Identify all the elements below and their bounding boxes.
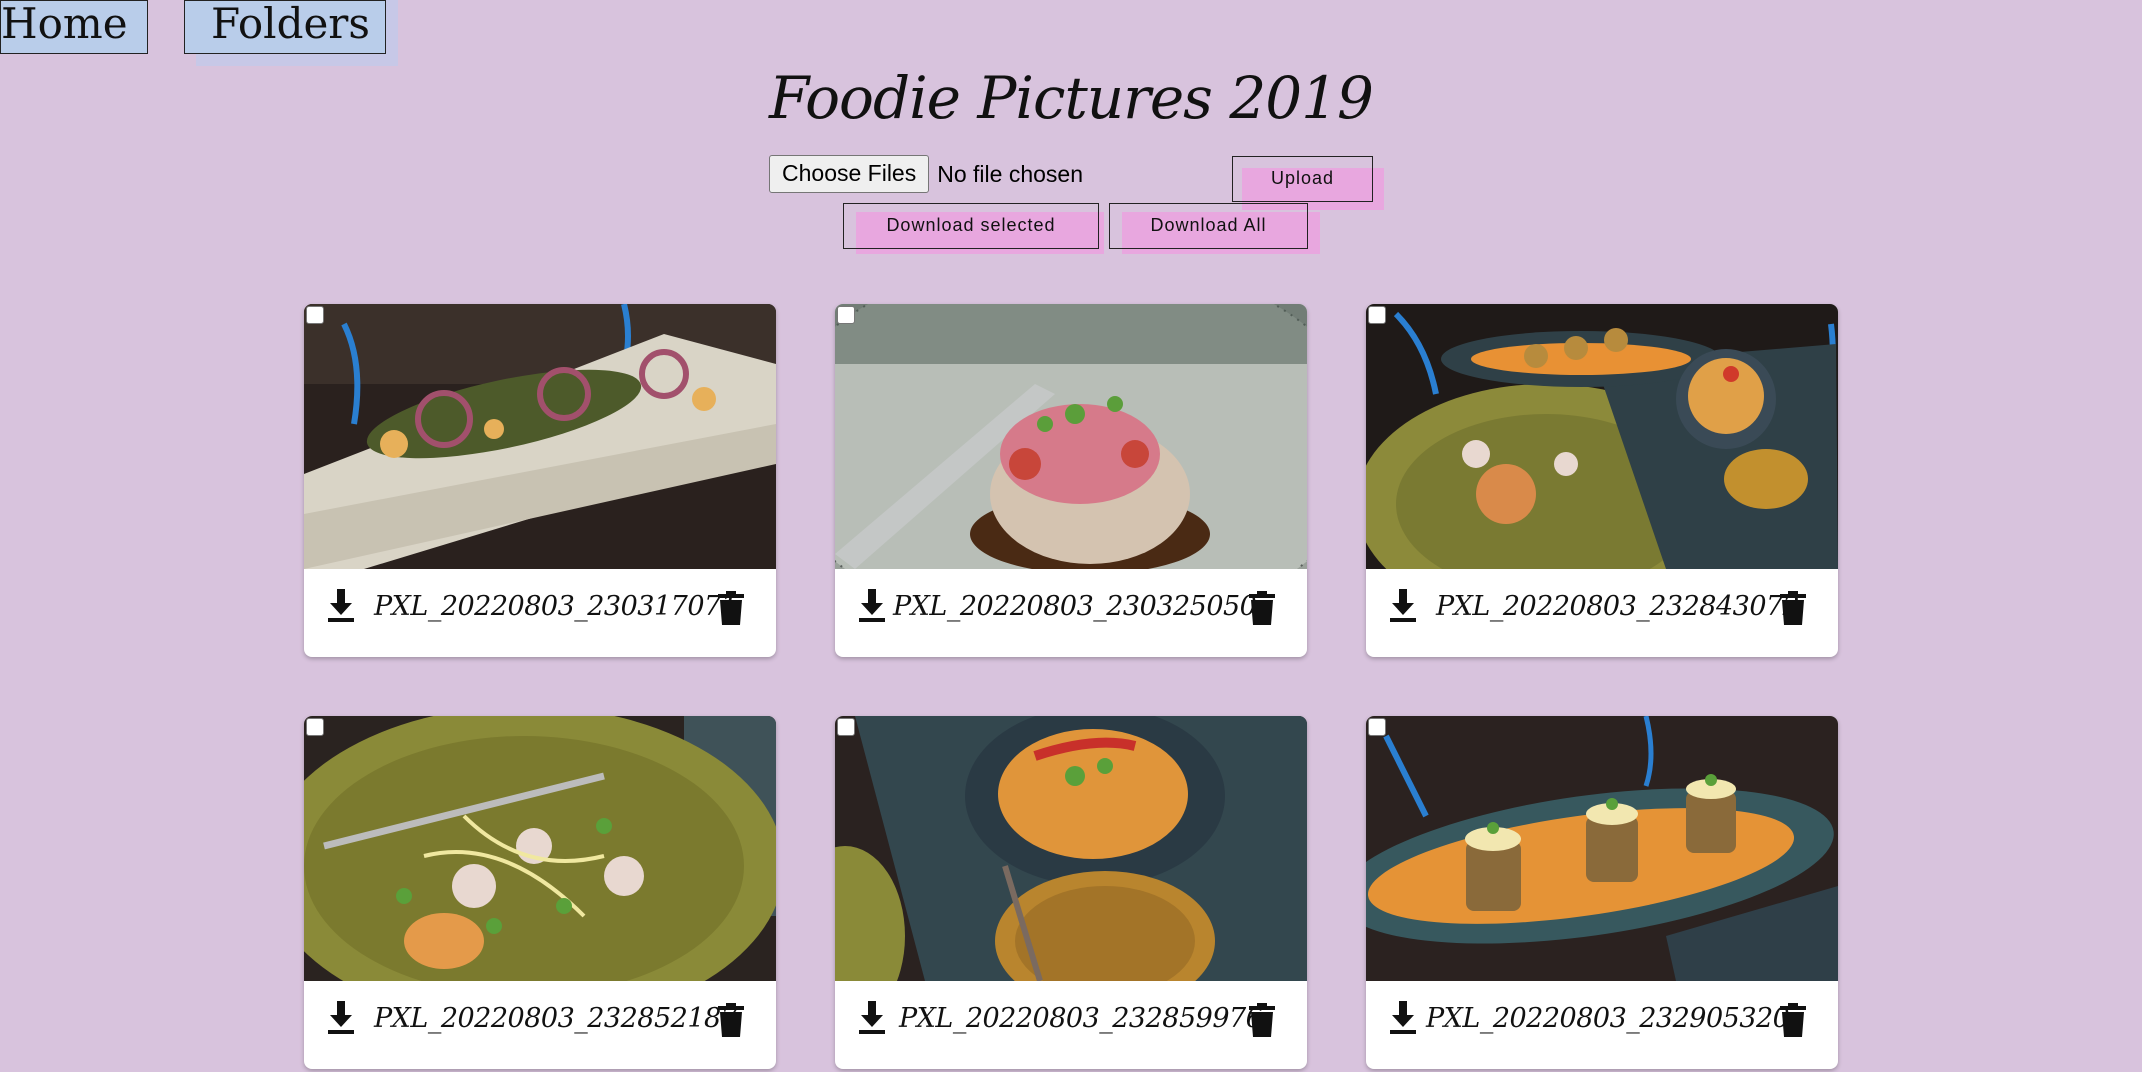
download-selected-button[interactable]: Download selected	[843, 203, 1099, 249]
photo-thumbnail[interactable]	[304, 716, 776, 981]
photo-select-checkbox[interactable]	[1368, 718, 1386, 736]
download-icon[interactable]	[857, 1001, 887, 1035]
photo-card-footer: PXL_20220803_232843072	[1366, 569, 1838, 657]
photo-filename: PXL_20220803_232843072	[1436, 591, 1800, 622]
download-icon[interactable]	[326, 1001, 356, 1035]
photo-thumbnail[interactable]	[835, 716, 1307, 981]
page-title: Foodie Pictures 2019	[769, 64, 1374, 132]
photo-select-checkbox[interactable]	[1368, 306, 1386, 324]
trash-icon[interactable]	[718, 1003, 744, 1037]
photo-card-footer: PXL_20220803_230325050	[835, 569, 1307, 657]
download-icon[interactable]	[857, 589, 887, 623]
photo-card: PXL_20220803_232852187	[304, 716, 776, 1069]
photo-thumbnail[interactable]	[304, 304, 776, 569]
photo-card: PXL_20220803_232859976	[835, 716, 1307, 1069]
photo-thumbnail[interactable]	[835, 304, 1307, 569]
home-button[interactable]: Home	[0, 0, 148, 54]
photo-thumbnail[interactable]	[1366, 304, 1838, 569]
trash-icon[interactable]	[718, 591, 744, 625]
trash-icon[interactable]	[1249, 1003, 1275, 1037]
photo-select-checkbox[interactable]	[306, 306, 324, 324]
photo-select-checkbox[interactable]	[306, 718, 324, 736]
download-icon[interactable]	[1388, 589, 1418, 623]
download-icon[interactable]	[1388, 1001, 1418, 1035]
trash-icon[interactable]	[1780, 1003, 1806, 1037]
trash-icon[interactable]	[1249, 591, 1275, 625]
file-status-text: No file chosen	[937, 160, 1083, 187]
photo-card-footer: PXL_20220803_232905320	[1366, 981, 1838, 1069]
photo-thumbnail[interactable]	[1366, 716, 1838, 981]
photo-card: PXL_20220803_232905320	[1366, 716, 1838, 1069]
photo-card: PXL_20220803_230325050	[835, 304, 1307, 657]
photo-card: PXL_20220803_232843072	[1366, 304, 1838, 657]
photo-filename: PXL_20220803_232905320	[1426, 1003, 1790, 1034]
photo-select-checkbox[interactable]	[837, 718, 855, 736]
download-icon[interactable]	[326, 589, 356, 623]
photo-card-footer: PXL_20220803_230317071	[304, 569, 776, 657]
download-all-button[interactable]: Download All	[1109, 203, 1308, 249]
photo-card-footer: PXL_20220803_232859976	[835, 981, 1307, 1069]
photo-select-checkbox[interactable]	[837, 306, 855, 324]
choose-files-button[interactable]: Choose Files	[769, 155, 930, 193]
photo-card: PXL_20220803_230317071	[304, 304, 776, 657]
photo-filename: PXL_20220803_230325050	[893, 591, 1257, 622]
upload-button[interactable]: Upload	[1232, 156, 1373, 202]
file-chooser: Choose Files No file chosen	[769, 155, 1083, 193]
photo-card-footer: PXL_20220803_232852187	[304, 981, 776, 1069]
folders-button[interactable]: Folders	[184, 0, 386, 54]
photo-filename: PXL_20220803_232859976	[899, 1003, 1263, 1034]
trash-icon[interactable]	[1780, 591, 1806, 625]
photo-filename: PXL_20220803_230317071	[374, 591, 738, 622]
photo-filename: PXL_20220803_232852187	[374, 1003, 738, 1034]
